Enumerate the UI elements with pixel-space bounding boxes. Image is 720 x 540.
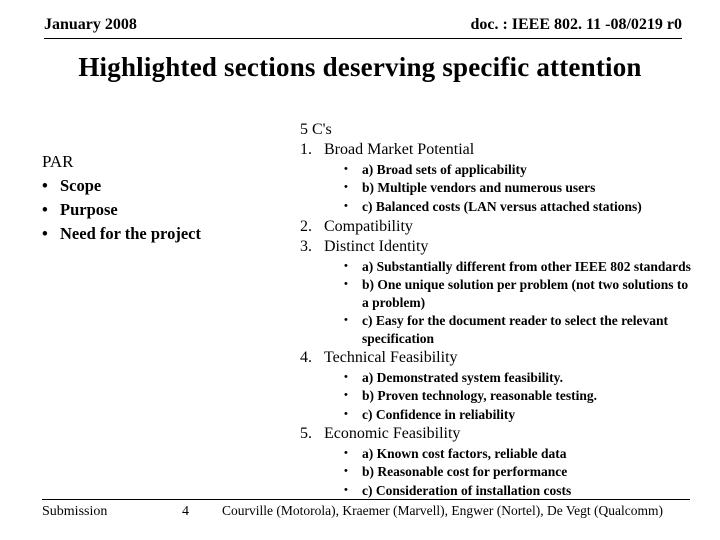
- fivec-subitem: •a) Known cost factors, reliable data: [344, 445, 692, 463]
- par-item: •Purpose: [42, 198, 282, 222]
- fivec-list: 1.Broad Market Potential•a) Broad sets o…: [282, 140, 692, 499]
- bullet-icon: •: [344, 258, 362, 276]
- par-item-label: Need for the project: [60, 224, 201, 243]
- par-item: •Need for the project: [42, 222, 282, 246]
- bullet-icon: •: [344, 387, 362, 405]
- par-item: •Scope: [42, 174, 282, 198]
- fivec-subitem-label: a) Broad sets of applicability: [362, 161, 692, 179]
- fivec-sublist: •a) Demonstrated system feasibility.•b) …: [300, 369, 692, 424]
- bullet-icon: •: [344, 179, 362, 197]
- footer-rule: [42, 499, 690, 500]
- fivec-subitem-label: c) Confidence in reliability: [362, 406, 692, 424]
- header-docnum: doc. : IEEE 802. 11 -08/0219 r0: [470, 16, 682, 34]
- fivec-subitem-label: a) Substantially different from other IE…: [362, 258, 692, 276]
- fivec-subitem: •b) Multiple vendors and numerous users: [344, 179, 692, 197]
- fivec-subitem-label: c) Easy for the document reader to selec…: [362, 312, 692, 347]
- fivec-subitem-label: a) Known cost factors, reliable data: [362, 445, 692, 463]
- par-heading: PAR: [42, 152, 282, 172]
- fivec-item-number: 3.: [300, 237, 324, 257]
- bullet-icon: •: [344, 312, 362, 347]
- footer-submission: Submission: [42, 504, 182, 520]
- fivec-sublist: •a) Substantially different from other I…: [300, 258, 692, 348]
- fivec-subitem-label: b) Multiple vendors and numerous users: [362, 179, 692, 197]
- fivec-sublist: •a) Broad sets of applicability•b) Multi…: [300, 161, 692, 216]
- fivec-item: 2.Compatibility: [300, 217, 692, 237]
- fivec-subitem: •a) Broad sets of applicability: [344, 161, 692, 179]
- fivec-subitem-label: b) Proven technology, reasonable testing…: [362, 387, 692, 405]
- fivec-item: 4.Technical Feasibility•a) Demonstrated …: [300, 348, 692, 423]
- fivec-subitem: •b) Proven technology, reasonable testin…: [344, 387, 692, 405]
- fivec-subitem-label: c) Consideration of installation costs: [362, 482, 692, 500]
- fivec-subitem-label: b) One unique solution per problem (not …: [362, 276, 692, 311]
- fivec-item: 1.Broad Market Potential•a) Broad sets o…: [300, 140, 692, 215]
- fivec-item-label: Distinct Identity: [324, 237, 428, 257]
- bullet-icon: •: [344, 161, 362, 179]
- bullet-icon: •: [344, 445, 362, 463]
- header-rule: [44, 38, 682, 39]
- bullet-icon: •: [42, 174, 60, 198]
- slide: January 2008 doc. : IEEE 802. 11 -08/021…: [0, 0, 720, 540]
- fivec-subitem: •a) Substantially different from other I…: [344, 258, 692, 276]
- par-item-label: Scope: [60, 176, 101, 195]
- fivec-item-number: 4.: [300, 348, 324, 368]
- bullet-icon: •: [344, 482, 362, 500]
- left-column: PAR •Scope•Purpose•Need for the project: [42, 120, 282, 480]
- fivec-subitem: •b) Reasonable cost for performance: [344, 463, 692, 481]
- par-item-label: Purpose: [60, 200, 118, 219]
- bullet-icon: •: [42, 198, 60, 222]
- fivec-item-number: 5.: [300, 424, 324, 444]
- fivec-item-number: 2.: [300, 217, 324, 237]
- fivec-subitem: •c) Consideration of installation costs: [344, 482, 692, 500]
- fivec-subitem-label: a) Demonstrated system feasibility.: [362, 369, 692, 387]
- slide-footer: Submission 4 Courville (Motorola), Kraem…: [42, 503, 690, 520]
- fivec-subitem: •b) One unique solution per problem (not…: [344, 276, 692, 311]
- fivec-subitem-label: c) Balanced costs (LAN versus attached s…: [362, 198, 692, 216]
- fivec-item: 5.Economic Feasibility•a) Known cost fac…: [300, 424, 692, 499]
- bullet-icon: •: [344, 276, 362, 311]
- fivec-item-label: Technical Feasibility: [324, 348, 458, 368]
- slide-body: PAR •Scope•Purpose•Need for the project …: [42, 120, 692, 480]
- fivec-item-label: Broad Market Potential: [324, 140, 474, 160]
- fivec-item-number: 1.: [300, 140, 324, 160]
- fivec-subitem-label: b) Reasonable cost for performance: [362, 463, 692, 481]
- fivec-subitem: •c) Easy for the document reader to sele…: [344, 312, 692, 347]
- fivec-item-label: Compatibility: [324, 217, 413, 237]
- footer-authors: Courville (Motorola), Kraemer (Marvell),…: [222, 503, 690, 519]
- bullet-icon: •: [344, 198, 362, 216]
- bullet-icon: •: [42, 222, 60, 246]
- fivec-subitem: •a) Demonstrated system feasibility.: [344, 369, 692, 387]
- fivec-sublist: •a) Known cost factors, reliable data•b)…: [300, 445, 692, 500]
- slide-title: Highlighted sections deserving specific …: [0, 52, 720, 83]
- slide-header: January 2008 doc. : IEEE 802. 11 -08/021…: [44, 16, 682, 34]
- bullet-icon: •: [344, 463, 362, 481]
- fivec-heading: 5 C's: [300, 120, 692, 140]
- bullet-icon: •: [344, 406, 362, 424]
- footer-page: 4: [182, 504, 222, 520]
- fivec-subitem: •c) Confidence in reliability: [344, 406, 692, 424]
- fivec-item-label: Economic Feasibility: [324, 424, 460, 444]
- fivec-subitem: •c) Balanced costs (LAN versus attached …: [344, 198, 692, 216]
- par-list: •Scope•Purpose•Need for the project: [42, 174, 282, 246]
- bullet-icon: •: [344, 369, 362, 387]
- header-date: January 2008: [44, 16, 137, 34]
- fivec-item: 3.Distinct Identity•a) Substantially dif…: [300, 237, 692, 347]
- right-column: 5 C's 1.Broad Market Potential•a) Broad …: [282, 120, 692, 480]
